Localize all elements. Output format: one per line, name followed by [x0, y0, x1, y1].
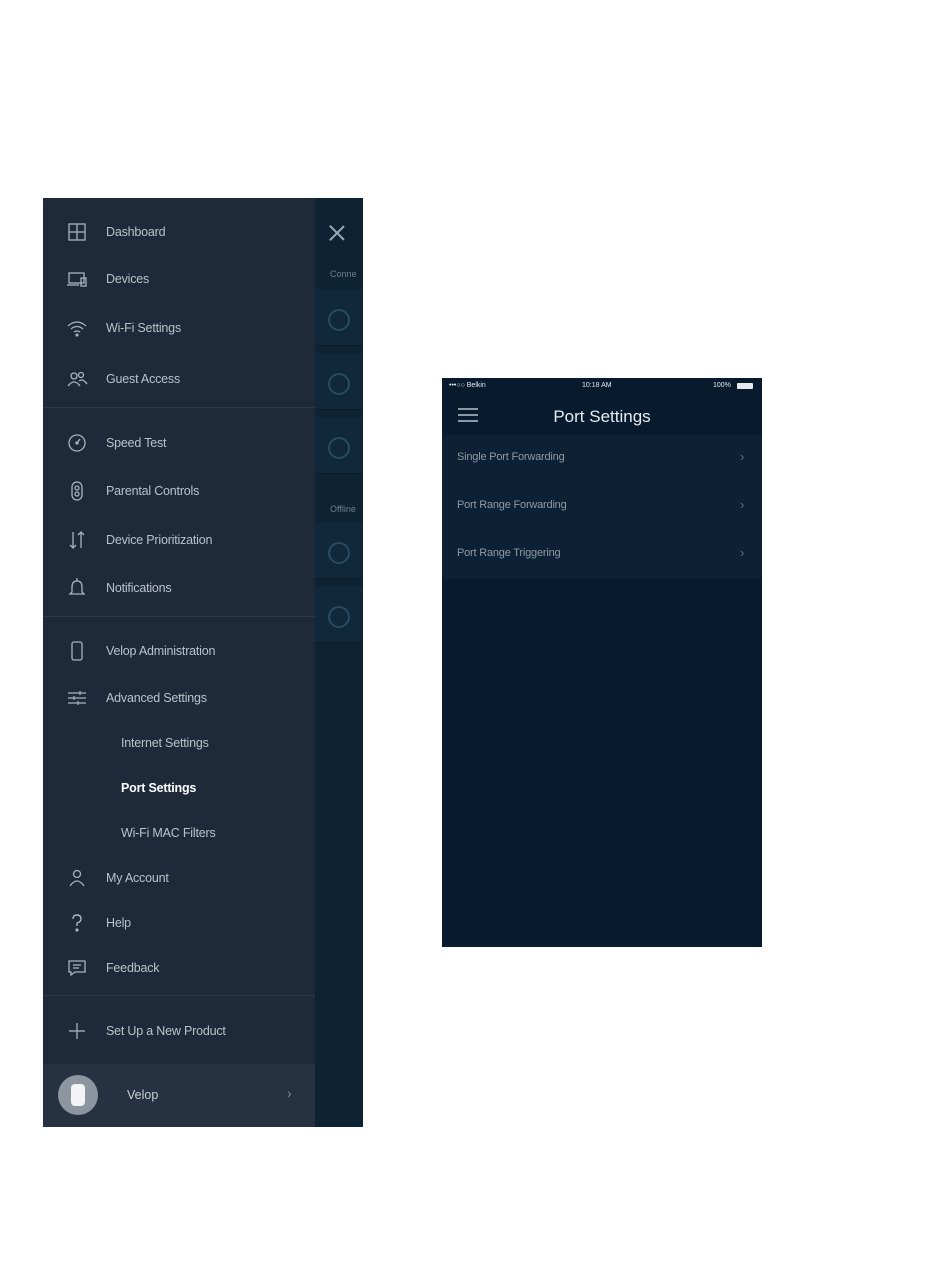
network-name: Velop — [127, 1088, 159, 1102]
page-title: Port Settings — [553, 407, 651, 426]
chevron-right-icon: › — [740, 545, 745, 560]
speed-test-icon — [65, 431, 89, 455]
menu-item-label: Advanced Settings — [106, 691, 207, 705]
guest-access-icon — [65, 367, 89, 391]
section-header-connected: Conne — [330, 269, 357, 279]
menu-item-label: Parental Controls — [106, 484, 200, 498]
bell-icon — [65, 576, 89, 600]
background-screen: Conne Offline — [315, 198, 363, 1127]
menu-item-label: Devices — [106, 272, 150, 286]
devices-icon — [65, 267, 89, 291]
menu-item-label: Device Prioritization — [106, 533, 213, 547]
menu-item-speed-test[interactable]: Speed Test — [43, 423, 315, 463]
menu-item-advanced-settings[interactable]: Advanced Settings — [43, 678, 315, 718]
device-icon — [328, 542, 350, 564]
menu-item-notifications[interactable]: Notifications — [43, 568, 315, 608]
list-item-label: Port Range Forwarding — [457, 499, 567, 511]
menu-item-label: Port Settings — [121, 781, 197, 795]
menu-item-label: Internet Settings — [121, 736, 209, 750]
menu-item-label: Velop Administration — [106, 644, 216, 658]
velop-network-switcher[interactable]: Velop › — [43, 1064, 315, 1127]
menu-item-label: Wi-Fi MAC Filters — [121, 826, 216, 840]
menu-item-parental-controls[interactable]: Parental Controls — [43, 471, 315, 511]
list-item-port-range-forwarding[interactable]: Port Range Forwarding › — [442, 483, 762, 532]
help-icon — [65, 911, 89, 935]
prioritization-icon — [65, 528, 89, 552]
plus-icon — [65, 1019, 89, 1043]
wifi-icon — [65, 316, 89, 340]
list-item-single-port-forwarding[interactable]: Single Port Forwarding › — [442, 435, 762, 484]
battery-percent: 100% — [713, 382, 731, 389]
menu-item-label: Feedback — [106, 961, 160, 975]
menu-item-label: Set Up a New Product — [106, 1024, 226, 1038]
carrier-label: •••○○ Belkin — [449, 382, 486, 389]
section-header-offline: Offline — [330, 504, 356, 514]
menu-item-feedback[interactable]: Feedback — [43, 948, 315, 988]
submenu-item-port-settings[interactable]: Port Settings — [43, 768, 315, 808]
parental-controls-icon — [65, 479, 89, 503]
battery-icon — [737, 383, 753, 389]
submenu-item-wifi-mac-filters[interactable]: Wi-Fi MAC Filters — [43, 813, 315, 853]
side-menu: Dashboard Devices Wi-Fi Settings Guest A… — [43, 198, 315, 1127]
divider — [43, 995, 315, 996]
sliders-icon — [65, 686, 89, 710]
list-item — [315, 522, 363, 579]
menu-item-device-prioritization[interactable]: Device Prioritization — [43, 520, 315, 560]
chevron-right-icon: › — [740, 497, 745, 512]
device-icon — [328, 309, 350, 331]
submenu-item-internet-settings[interactable]: Internet Settings — [43, 723, 315, 763]
list-item — [315, 289, 363, 346]
list-item-label: Single Port Forwarding — [457, 451, 565, 463]
close-icon[interactable] — [328, 224, 346, 242]
chevron-right-icon: › — [287, 1085, 292, 1101]
menu-item-label: Help — [106, 916, 131, 930]
node-icon — [65, 639, 89, 663]
port-settings-screenshot: •••○○ Belkin 10:18 AM 100% Port Settings… — [442, 378, 762, 947]
device-icon — [328, 373, 350, 395]
menu-item-velop-administration[interactable]: Velop Administration — [43, 631, 315, 671]
divider — [43, 616, 315, 617]
list-item — [315, 353, 363, 410]
chevron-right-icon: › — [740, 449, 745, 464]
menu-item-set-up-new-product[interactable]: Set Up a New Product — [43, 1011, 315, 1051]
menu-item-label: Wi-Fi Settings — [106, 321, 181, 335]
menu-item-dashboard[interactable]: Dashboard — [43, 212, 315, 252]
menu-item-label: Dashboard — [106, 225, 166, 239]
list-item — [315, 417, 363, 474]
feedback-icon — [65, 956, 89, 980]
navigation-drawer-screenshot: Conne Offline Dashboard Devices Wi-Fi Se… — [43, 198, 363, 1127]
menu-item-label: Guest Access — [106, 372, 181, 386]
menu-item-wifi-settings[interactable]: Wi-Fi Settings — [43, 308, 315, 348]
status-time: 10:18 AM — [582, 382, 612, 389]
dashboard-icon — [65, 220, 89, 244]
list-item-port-range-triggering[interactable]: Port Range Triggering › — [442, 531, 762, 580]
device-icon — [328, 437, 350, 459]
menu-item-devices[interactable]: Devices — [43, 259, 315, 299]
device-icon — [328, 606, 350, 628]
person-icon — [65, 866, 89, 890]
menu-item-my-account[interactable]: My Account — [43, 858, 315, 898]
menu-item-help[interactable]: Help — [43, 903, 315, 943]
divider — [43, 407, 315, 408]
status-bar: •••○○ Belkin 10:18 AM 100% — [442, 378, 762, 394]
menu-item-guest-access[interactable]: Guest Access — [43, 359, 315, 399]
menu-item-label: My Account — [106, 871, 169, 885]
list-item-label: Port Range Triggering — [457, 547, 561, 559]
menu-item-label: Notifications — [106, 581, 172, 595]
velop-node-avatar — [58, 1075, 98, 1115]
menu-item-label: Speed Test — [106, 436, 167, 450]
list-item — [315, 586, 363, 643]
